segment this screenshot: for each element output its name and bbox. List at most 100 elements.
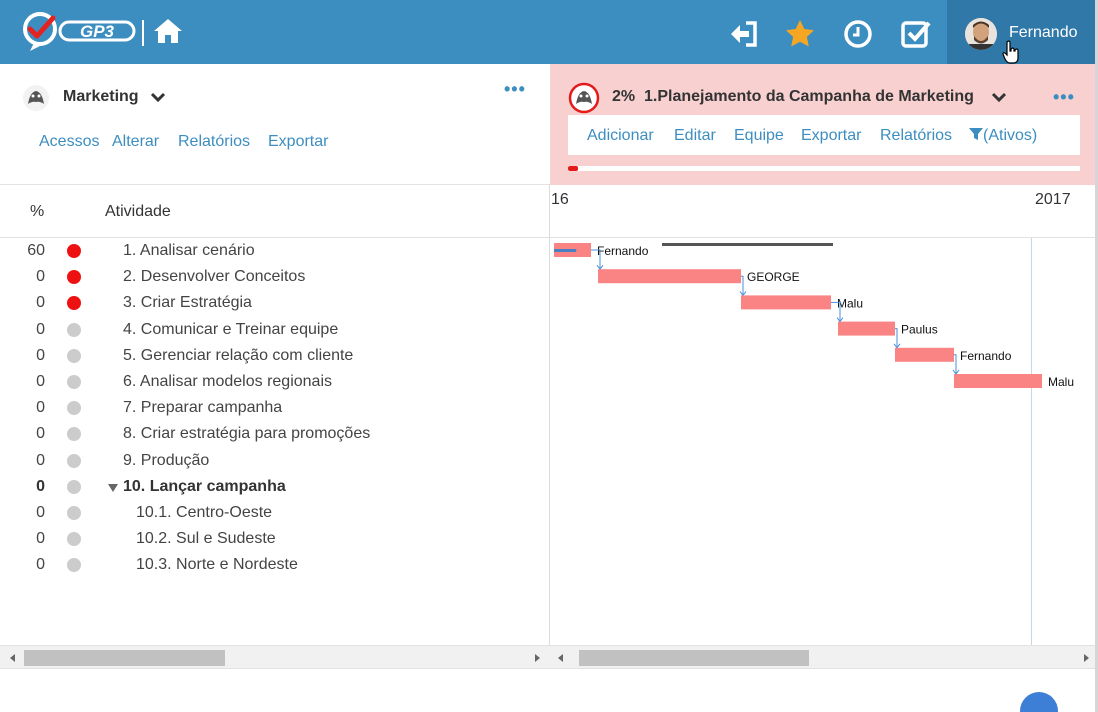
dependency-link xyxy=(895,328,898,347)
table-row[interactable]: 0 10.1. Centro-Oeste xyxy=(0,500,549,526)
task-toolbar: Adicionar Editar Equipe Exportar Relatór… xyxy=(568,115,1080,155)
project-name[interactable]: Marketing xyxy=(63,88,139,106)
task-name: 1.Planejamento da Campanha de Marketing xyxy=(644,88,974,105)
link-editar[interactable]: Editar xyxy=(674,127,716,145)
user-menu[interactable]: Fernando xyxy=(947,0,1098,64)
row-activity-name[interactable]: 10.3. Norte e Nordeste xyxy=(136,556,298,574)
row-activity-name[interactable]: 7. Preparar campanha xyxy=(123,399,282,417)
expand-toggle-icon[interactable] xyxy=(108,483,118,492)
task-header: 2% 1.Planejamento da Campanha de Marketi… xyxy=(550,64,1098,185)
clock-icon[interactable] xyxy=(843,19,873,49)
status-dot xyxy=(67,532,81,547)
row-activity-name[interactable]: 9. Produção xyxy=(123,452,209,470)
gantt-task-label: Malu xyxy=(1048,375,1074,389)
more-options-button[interactable]: ••• xyxy=(504,80,526,98)
status-dot xyxy=(67,401,81,416)
row-activity-name[interactable]: 3. Criar Estratégia xyxy=(123,294,252,312)
scroll-left-arrow[interactable] xyxy=(10,654,15,662)
row-percent: 0 xyxy=(36,399,45,417)
table-row[interactable]: 0 2. Desenvolver Conceitos xyxy=(0,264,549,290)
gantt-task-label: GEORGE xyxy=(747,270,800,284)
logo-icon[interactable]: GP3 xyxy=(20,10,138,52)
gantt-horizontal-scrollbar[interactable] xyxy=(550,645,1098,669)
task-progress-fill xyxy=(568,166,579,171)
row-percent: 0 xyxy=(36,530,45,548)
table-row[interactable]: 0 6. Analisar modelos regionais xyxy=(0,369,549,395)
link-acessos[interactable]: Acessos xyxy=(39,133,99,151)
status-dot xyxy=(67,479,81,494)
row-percent: 0 xyxy=(36,346,45,364)
row-activity-name[interactable]: 10.1. Centro-Oeste xyxy=(136,504,272,522)
row-activity-name[interactable]: 2. Desenvolver Conceitos xyxy=(123,268,305,286)
dependency-link xyxy=(741,275,744,295)
task-percent: 2% xyxy=(612,88,636,105)
project-header: Marketing ••• Acessos Alterar Relatórios… xyxy=(0,64,550,185)
table-row[interactable]: 0 10. Lançar campanha xyxy=(0,474,549,500)
task-progress-bar xyxy=(568,166,1080,171)
filter-icon xyxy=(969,128,983,140)
table-row[interactable]: 0 10.3. Norte e Nordeste xyxy=(0,552,549,578)
row-activity-name[interactable]: 4. Comunicar e Treinar equipe xyxy=(123,321,338,339)
scroll-right-arrow[interactable] xyxy=(1084,654,1089,662)
status-dot xyxy=(67,244,81,258)
link-exportar[interactable]: Exportar xyxy=(268,133,328,151)
home-icon[interactable] xyxy=(153,17,183,45)
column-percent[interactable]: % xyxy=(30,203,44,221)
gantt-task-bar[interactable] xyxy=(838,321,895,336)
table-row[interactable]: 0 7. Preparar campanha xyxy=(0,395,549,421)
link-alterar[interactable]: Alterar xyxy=(112,133,159,151)
grid-horizontal-scrollbar[interactable] xyxy=(0,645,550,669)
link-exportar[interactable]: Exportar xyxy=(801,127,861,145)
gantt-task-bar[interactable] xyxy=(598,269,741,284)
gantt-progress-bar[interactable] xyxy=(554,249,577,252)
chevron-down-icon[interactable] xyxy=(150,92,166,104)
row-activity-name[interactable]: 5. Gerenciar relação com cliente xyxy=(123,347,353,365)
task-title[interactable]: 2% 1.Planejamento da Campanha de Marketi… xyxy=(612,88,974,106)
gantt-task-label: Malu xyxy=(837,296,863,310)
gantt-task-bar[interactable] xyxy=(741,295,831,310)
gantt-task-bar[interactable] xyxy=(954,374,1042,388)
logout-icon[interactable] xyxy=(729,19,759,49)
link-adicionar[interactable]: Adicionar xyxy=(587,127,654,145)
gantt-bars: Fernando GEORGE Malu Paulus Fernando Malu xyxy=(554,243,1074,389)
check-square-icon[interactable] xyxy=(901,19,931,49)
table-row[interactable]: 0 8. Criar estratégia para promoções xyxy=(0,421,549,447)
status-dot xyxy=(67,348,81,363)
filter-label: (Ativos) xyxy=(983,127,1038,144)
top-bar: GP3 Fernando xyxy=(0,0,1098,64)
scroll-thumb[interactable] xyxy=(24,650,225,666)
row-activity-name[interactable]: 6. Analisar modelos regionais xyxy=(123,373,332,391)
table-row[interactable]: 0 5. Gerenciar relação com cliente xyxy=(0,343,549,369)
row-percent: 0 xyxy=(36,504,45,521)
row-activity-name[interactable]: 1. Analisar cenário xyxy=(123,242,255,260)
row-percent: 0 xyxy=(36,294,45,312)
link-equipe[interactable]: Equipe xyxy=(734,127,784,145)
gantt-chart: 16 2017 Fernando GEORGE Malu Paulus Fernando… xyxy=(550,185,1098,645)
row-activity-name[interactable]: 10.2. Sul e Sudeste xyxy=(136,530,276,548)
table-row[interactable]: 0 9. Produção xyxy=(0,448,549,474)
link-relatorios[interactable]: Relatórios xyxy=(178,133,250,151)
row-percent: 0 xyxy=(36,320,45,338)
table-row[interactable]: 0 3. Criar Estratégia xyxy=(0,290,549,316)
table-row[interactable]: 0 10.2. Sul e Sudeste xyxy=(0,526,549,552)
row-percent: 0 xyxy=(36,451,45,469)
table-row[interactable]: 60 1. Analisar cenário xyxy=(0,238,549,264)
star-icon[interactable] xyxy=(785,19,815,49)
table-row[interactable]: 0 4. Comunicar e Treinar equipe xyxy=(0,317,549,343)
gantt-task-bar[interactable] xyxy=(895,347,954,362)
more-options-button[interactable]: ••• xyxy=(1053,88,1075,106)
link-relatorios[interactable]: Relatórios xyxy=(880,127,952,145)
chevron-down-icon[interactable] xyxy=(991,92,1007,104)
filter-button[interactable]: (Ativos) xyxy=(969,127,1037,145)
row-percent: 0 xyxy=(36,425,45,443)
project-avatar-icon xyxy=(23,85,49,111)
column-activity[interactable]: Atividade xyxy=(105,203,171,221)
scroll-right-arrow[interactable] xyxy=(535,654,540,662)
row-activity-name[interactable]: 8. Criar estratégia para promoções xyxy=(123,425,370,443)
gantt-task-label: Paulus xyxy=(901,323,938,337)
row-percent: 0 xyxy=(36,268,45,286)
summary-bar[interactable] xyxy=(662,243,833,246)
scroll-left-arrow[interactable] xyxy=(558,654,563,662)
scroll-thumb[interactable] xyxy=(579,650,809,666)
row-activity-name[interactable]: 10. Lançar campanha xyxy=(123,478,286,496)
